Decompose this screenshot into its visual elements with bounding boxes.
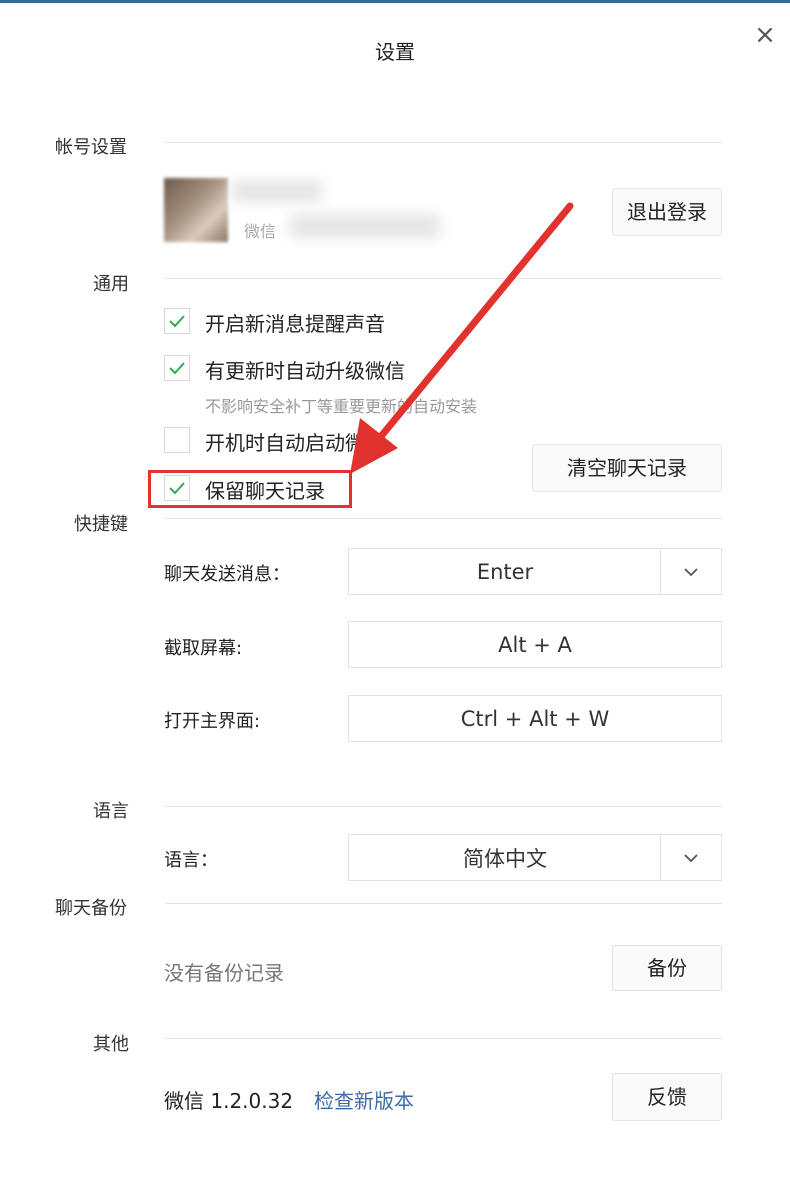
shortcut-open-main-field[interactable]: Ctrl + Alt + W	[348, 695, 722, 742]
section-label-shortcuts: 快捷键	[74, 514, 128, 535]
divider-language	[165, 806, 722, 807]
language-select[interactable]: 简体中文	[348, 834, 722, 881]
section-label-backup: 聊天备份	[55, 898, 127, 919]
shortcut-send-select[interactable]: Enter	[348, 548, 722, 595]
chevron-down-icon[interactable]	[660, 549, 721, 594]
chevron-down-icon[interactable]	[660, 835, 721, 880]
backup-status: 没有备份记录	[164, 961, 284, 985]
shortcut-label-send: 聊天发送消息：	[164, 564, 290, 585]
version-text: 微信 1.2.0.32	[164, 1089, 294, 1113]
feedback-button[interactable]: 反馈	[612, 1073, 722, 1121]
language-label: 语言：	[164, 850, 218, 871]
red-arrow-annotation	[350, 202, 574, 474]
divider-shortcuts	[165, 518, 722, 519]
shortcut-screenshot-field[interactable]: Alt + A	[348, 621, 722, 668]
backup-button[interactable]: 备份	[612, 945, 722, 991]
shortcut-label-screenshot: 截取屏幕:	[164, 638, 243, 659]
divider-other	[165, 1038, 722, 1039]
section-label-other: 其他	[93, 1034, 129, 1055]
shortcut-label-open-main: 打开主界面:	[164, 711, 261, 732]
divider-backup	[165, 903, 722, 904]
section-label-language: 语言	[93, 801, 129, 822]
shortcut-open-main-value: Ctrl + Alt + W	[460, 706, 610, 731]
shortcut-send-value: Enter	[476, 559, 534, 584]
shortcut-screenshot-value: Alt + A	[498, 632, 572, 657]
language-value: 简体中文	[463, 846, 547, 871]
check-update-link[interactable]: 检查新版本	[314, 1085, 414, 1114]
